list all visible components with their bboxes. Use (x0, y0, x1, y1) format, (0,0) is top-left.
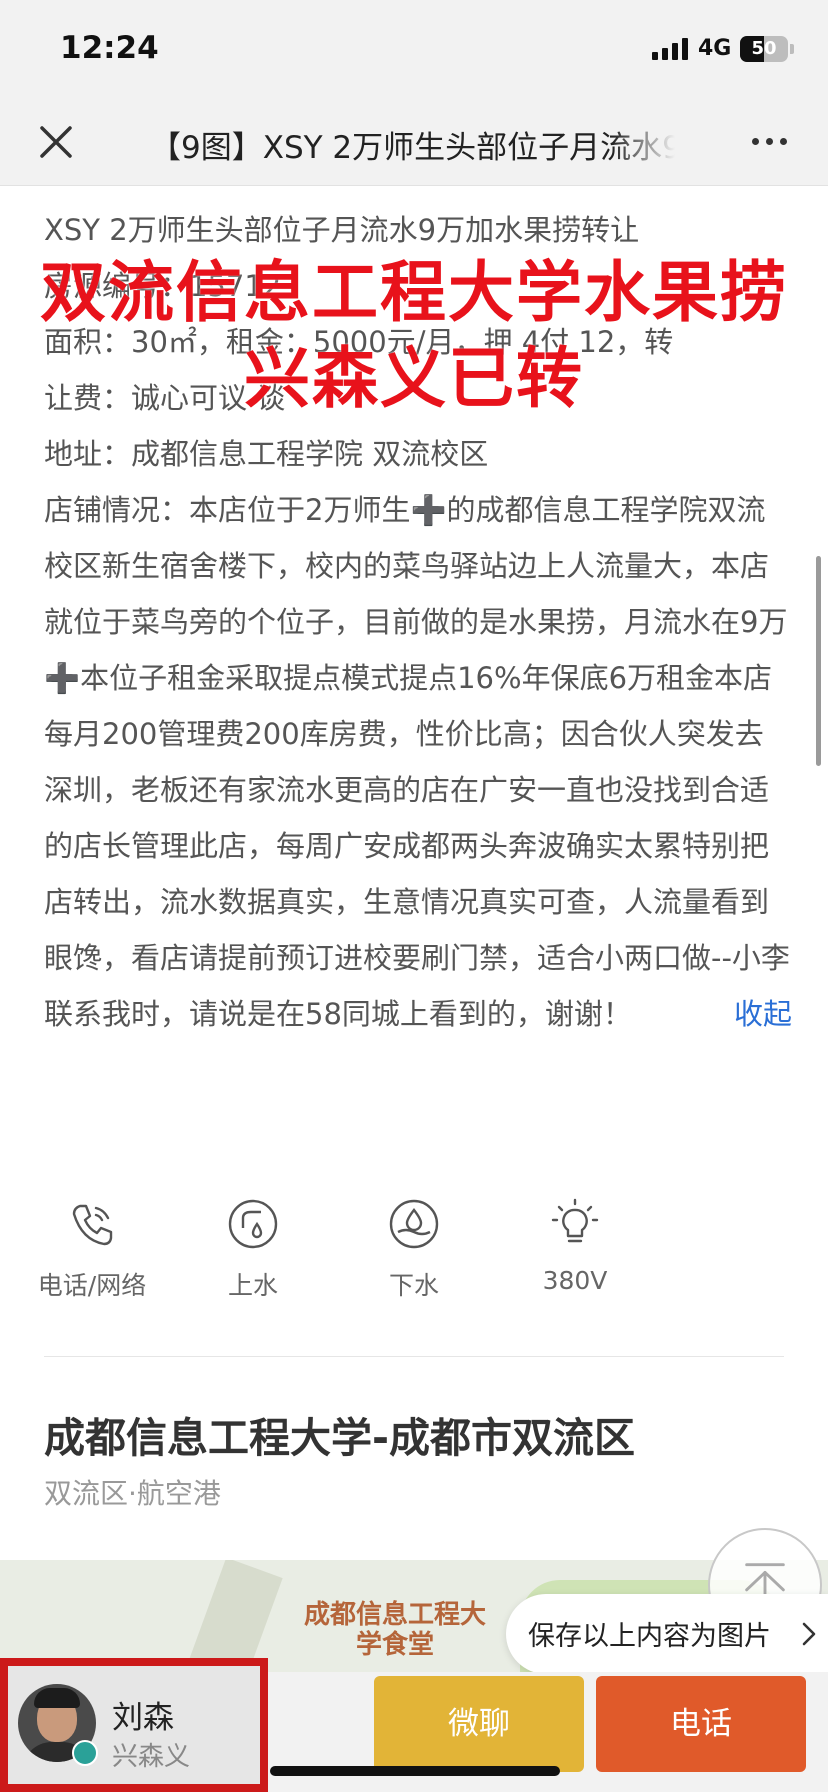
network-type: 4G (698, 36, 732, 61)
phone-network-icon (72, 1204, 113, 1246)
map-poi-label: 成都信息工程大学食堂 (303, 1600, 486, 1660)
close-icon[interactable] (36, 122, 76, 162)
facility-drainage: 下水 (334, 1198, 494, 1302)
divider (44, 1356, 784, 1357)
facility-label: 380V (542, 1266, 608, 1295)
agent-name: 刘森 (112, 1700, 174, 1736)
collapse-link[interactable]: 收起 (727, 986, 792, 1042)
nav-bar: 【9图】XSY 2万师生头部位子月流水9万加水果捞转让 (0, 100, 828, 186)
description-contact-row: 联系我时，请说是在58同城上看到的，谢谢！ 收起 (44, 986, 792, 1042)
save-as-image-button[interactable]: 保存以上内容为图片 (506, 1594, 828, 1674)
chevron-right-icon (802, 1622, 816, 1646)
status-bar: 12:24 4G 50 (0, 0, 828, 100)
phone-call-button[interactable]: 电话 (596, 1676, 806, 1772)
water-supply-icon (228, 1199, 278, 1249)
facility-power: 380V (495, 1198, 655, 1295)
scrollbar[interactable] (816, 556, 821, 766)
overlay-watermark: 双流信息工程大学水果捞 兴森义已转 (0, 250, 828, 422)
location-title: 成都信息工程大学-成都市双流区 (44, 1414, 636, 1462)
battery-icon: 50 (740, 36, 788, 62)
more-icon[interactable] (750, 134, 790, 150)
drainage-icon (389, 1199, 439, 1249)
wechat-chat-button[interactable]: 微聊 (374, 1676, 584, 1772)
home-indicator (270, 1766, 560, 1776)
facility-phone-network: 电话/网络 (12, 1198, 172, 1302)
facility-label: 上水 (227, 1271, 278, 1300)
facility-list: 电话/网络 上水 下水 380V (0, 1198, 828, 1328)
status-time: 12:24 (60, 30, 159, 66)
agent-company: 兴森义 (112, 1742, 191, 1772)
overlay-line-1: 双流信息工程大学水果捞 (40, 254, 788, 331)
power-380v-icon (551, 1198, 599, 1243)
agent-card[interactable]: 刘森 兴森义 (0, 1658, 268, 1792)
verified-icon (72, 1740, 98, 1766)
location-subtitle: 双流区·航空港 (44, 1477, 221, 1510)
battery-tip (790, 44, 794, 54)
page-title: 【9图】XSY 2万师生头部位子月流水9万加水果捞转让 (150, 130, 675, 166)
facility-water-supply: 上水 (173, 1198, 333, 1302)
battery-level: 50 (751, 38, 777, 59)
save-as-image-label: 保存以上内容为图片 (528, 1621, 771, 1652)
signal-icon (652, 38, 690, 60)
facility-label: 电话/网络 (37, 1271, 147, 1300)
overlay-line-2: 兴森义已转 (244, 340, 584, 417)
description-details: 店铺情况：本店位于2万师生➕的成都信息工程学院双流校区新生宿舍楼下，校内的菜鸟驿… (44, 493, 790, 975)
description-address: 地址：成都信息工程学院 双流校区 (44, 437, 489, 471)
facility-label: 下水 (388, 1271, 439, 1300)
description-contact-note: 联系我时，请说是在58同城上看到的，谢谢！ (44, 997, 632, 1031)
